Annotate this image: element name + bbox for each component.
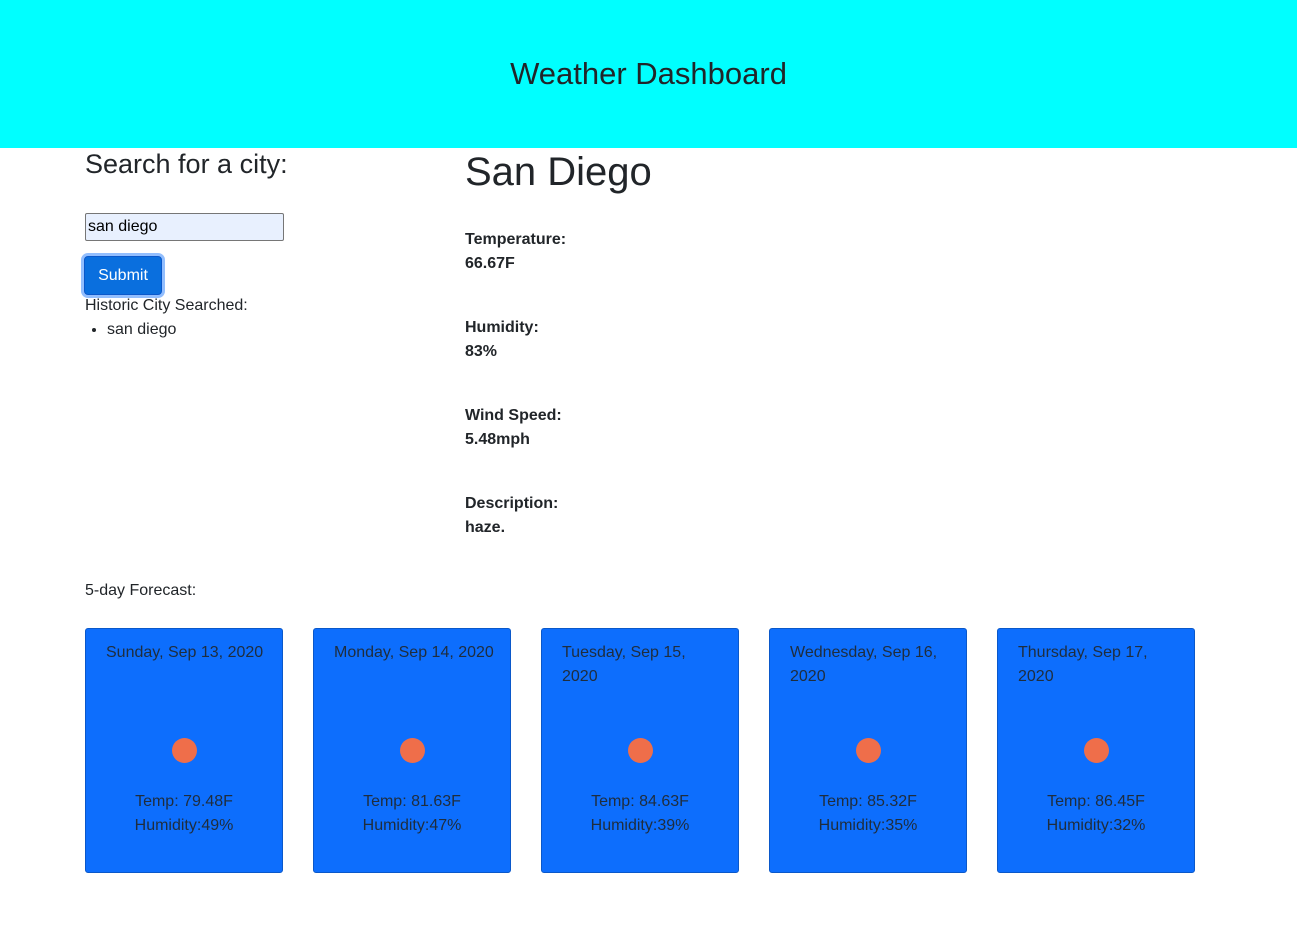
forecast-card: Wednesday, Sep 16, 2020 Temp: 85.32F Hum… [769,628,967,873]
forecast-card: Sunday, Sep 13, 2020 Temp: 79.48F Humidi… [85,628,283,873]
forecast-temp: Temp: 86.45F [1047,793,1145,810]
forecast-humidity: Humidity:47% [362,817,462,834]
sun-icon [400,738,425,763]
temperature-stat: Temperature: 66.67F [465,228,566,276]
history-label: Historic City Searched: [85,297,248,314]
temperature-label: Temperature: [465,231,567,248]
history-item[interactable]: san diego [107,320,176,340]
forecast-temp: Temp: 81.63F [363,793,461,810]
wind-speed-label: Wind Speed: [465,407,562,424]
forecast-card: Thursday, Sep 17, 2020 Temp: 86.45F Humi… [997,628,1195,873]
forecast-temp: Temp: 85.32F [819,793,917,810]
forecast-humidity: Humidity:32% [1046,817,1146,834]
forecast-humidity: Humidity:35% [818,817,918,834]
sun-icon [172,738,197,763]
forecast-card: Tuesday, Sep 15, 2020 Temp: 84.63F Humid… [541,628,739,873]
forecast-temp: Temp: 84.63F [591,793,689,810]
description-stat: Description: haze. [465,492,558,540]
forecast-date: Tuesday, Sep 15, 2020 [562,644,686,685]
submit-button[interactable]: Submit [84,256,162,295]
forecast-humidity: Humidity:49% [134,817,234,834]
wind-speed-value: 5.48mph [465,431,530,448]
sun-icon [856,738,881,763]
humidity-label: Humidity: [465,319,539,336]
sun-icon [628,738,653,763]
current-city-name: San Diego [465,150,652,194]
sun-icon [1084,738,1109,763]
city-search-input[interactable] [85,213,284,241]
description-label: Description: [465,495,559,512]
forecast-date: Monday, Sep 14, 2020 [334,644,494,661]
forecast-date: Sunday, Sep 13, 2020 [106,644,264,661]
humidity-stat: Humidity: 83% [465,316,539,364]
humidity-value: 83% [465,343,498,360]
forecast-card: Monday, Sep 14, 2020 Temp: 81.63F Humidi… [313,628,511,873]
search-heading: Search for a city: [85,149,288,179]
forecast-cards: Sunday, Sep 13, 2020 Temp: 79.48F Humidi… [85,628,1195,873]
forecast-temp: Temp: 79.48F [135,793,233,810]
forecast-humidity: Humidity:39% [590,817,690,834]
temperature-value: 66.67F [465,255,515,272]
wind-speed-stat: Wind Speed: 5.48mph [465,404,562,452]
page-title: Weather Dashboard [510,56,787,91]
forecast-date: Wednesday, Sep 16, 2020 [790,644,938,685]
description-value: haze. [465,519,506,536]
forecast-label: 5-day Forecast: [85,582,197,599]
header-banner: Weather Dashboard [0,0,1297,148]
forecast-date: Thursday, Sep 17, 2020 [1018,644,1148,685]
history-list: san diego [85,320,176,340]
